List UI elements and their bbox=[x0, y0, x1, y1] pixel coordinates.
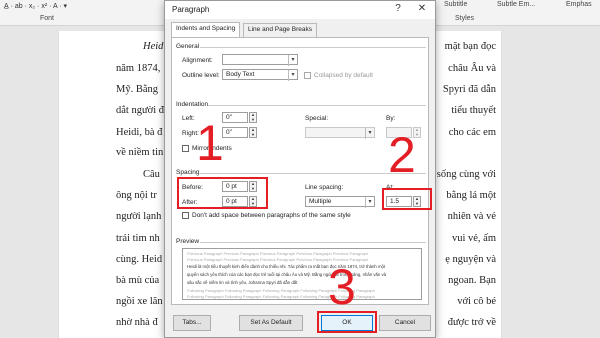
at-value-highlight bbox=[382, 188, 432, 210]
outline-level-label: Outline level: bbox=[182, 72, 220, 79]
general-divider bbox=[200, 47, 426, 48]
step-2-label: 2 bbox=[388, 127, 416, 183]
chevron-down-icon: ▾ bbox=[365, 197, 374, 208]
mirror-indents-checkbox[interactable] bbox=[182, 145, 189, 152]
document-text-right-8: nhiên và vẻ bbox=[447, 211, 496, 222]
indentation-divider bbox=[208, 105, 426, 106]
collapsed-checkbox[interactable] bbox=[304, 72, 311, 79]
line-spacing-label: Line spacing: bbox=[305, 184, 344, 191]
by-label: By: bbox=[386, 115, 396, 122]
dont-add-space-checkbox[interactable] bbox=[182, 212, 189, 219]
font-group-label: Font bbox=[40, 15, 55, 22]
special-label: Special: bbox=[305, 115, 329, 122]
help-button[interactable]: ? bbox=[391, 3, 405, 14]
tabs-button[interactable]: Tabs... bbox=[173, 315, 211, 331]
indentation-heading: Indentation bbox=[176, 101, 209, 108]
collapsed-label: Collapsed by default bbox=[314, 72, 373, 79]
style-item-subtitle[interactable]: Subtitle bbox=[444, 1, 467, 8]
alignment-select[interactable]: ▾ bbox=[222, 54, 298, 66]
preview-previous-text: Previous Paragraph Previous Paragraph Pr… bbox=[187, 251, 369, 256]
spacing-before-after-highlight bbox=[177, 177, 268, 209]
document-text-right-6: sống cùng với bbox=[436, 169, 496, 180]
document-text-right-7: bằng lá một bbox=[446, 190, 496, 201]
alignment-label: Alignment: bbox=[182, 57, 213, 64]
step-1-label: 1 bbox=[196, 115, 224, 171]
document-text-left-13: nhờ nhà đ bbox=[116, 317, 158, 328]
document-text-right-3: tiểu thuyết bbox=[451, 105, 496, 116]
preview-divider bbox=[200, 242, 426, 243]
indent-right-spinner[interactable]: ▲ ▼ bbox=[249, 127, 257, 138]
document-text-right-4: cho các em bbox=[448, 127, 496, 138]
indent-left-spinner[interactable]: ▲ ▼ bbox=[249, 112, 257, 123]
chevron-down-icon: ▾ bbox=[365, 128, 374, 139]
set-as-default-button[interactable]: Set As Default bbox=[239, 315, 303, 331]
document-text-right-2: Spyri đã dẫn bbox=[442, 84, 496, 95]
preview-sample-line-3: sâu sắc về niềm tin và tình yêu, Johanna… bbox=[187, 280, 298, 285]
styles-group-label: Styles bbox=[455, 15, 475, 22]
style-item-emphasis[interactable]: Emphas bbox=[566, 1, 592, 8]
tab-indents-and-spacing[interactable]: Indents and Spacing bbox=[171, 22, 241, 38]
dialog-titlebar[interactable]: Paragraph ? ✕ bbox=[165, 1, 435, 19]
outline-level-select[interactable]: Body Text ▾ bbox=[222, 69, 298, 81]
document-text-right-10: ẹ nguyện và bbox=[445, 254, 496, 265]
document-text-left-6: Câu bbox=[143, 169, 160, 180]
indent-left-label: Left: bbox=[182, 115, 195, 122]
document-text-right-13: được trở về bbox=[447, 317, 496, 328]
indent-left-input[interactable]: 0" bbox=[222, 112, 248, 123]
general-heading: General bbox=[176, 43, 200, 50]
line-spacing-select[interactable]: Multiple ▾ bbox=[305, 196, 375, 208]
preview-box: Previous Paragraph Previous Paragraph Pr… bbox=[182, 248, 422, 300]
document-text-left-12: ngồi xe lăn bbox=[116, 296, 163, 307]
dont-add-space-label: Don't add space between paragraphs of th… bbox=[192, 212, 351, 219]
cancel-button[interactable]: Cancel bbox=[379, 315, 431, 331]
dialog-title: Paragraph bbox=[172, 5, 210, 14]
document-text-right-9: vui vẻ, ấm bbox=[451, 233, 496, 244]
document-text-left-2: Mỹ. Bằng bbox=[116, 84, 158, 95]
document-text-left-4: Heidi, bà đ bbox=[116, 127, 163, 138]
close-button[interactable]: ✕ bbox=[415, 3, 429, 14]
document-text-left-11: bà mù của bbox=[116, 275, 160, 286]
chevron-down-icon: ▾ bbox=[288, 55, 297, 66]
document-text-right-0: mặt bạn đọc bbox=[444, 41, 496, 52]
document-text-left-8: người lạnh bbox=[116, 211, 162, 222]
document-text-left-0: Heid bbox=[143, 41, 164, 52]
indent-right-input[interactable]: 0" bbox=[222, 127, 248, 138]
special-select[interactable]: ▾ bbox=[305, 127, 375, 139]
style-item-subtle-emphasis[interactable]: Subtle Em... bbox=[497, 1, 535, 8]
document-text-left-9: trái tim nh bbox=[116, 233, 160, 244]
ribbon-format-icons[interactable]: A̲ · ab · x₂ · x² · A · ▾ bbox=[4, 2, 67, 10]
document-text-right-1: châu Âu và bbox=[448, 63, 496, 74]
tab-line-and-page-breaks[interactable]: Line and Page Breaks bbox=[243, 23, 317, 37]
document-text-left-7: ông nội tr bbox=[116, 190, 157, 201]
preview-sample-line-2: quyển sách yêu thích của các bạn đọc trẻ… bbox=[187, 272, 386, 277]
document-text-left-1: năm 1874, bbox=[116, 63, 161, 74]
document-text-right-11: ngoan. Bạn bbox=[448, 275, 496, 286]
document-text-left-3: dắt người đ bbox=[116, 105, 164, 116]
document-text-left-10: cùng. Heid bbox=[116, 254, 163, 265]
step-3-label: 3 bbox=[328, 259, 356, 315]
chevron-down-icon: ▾ bbox=[288, 70, 297, 81]
document-text-left-5: về niềm tin bbox=[116, 147, 164, 158]
preview-heading: Preview bbox=[176, 238, 200, 245]
document-text-right-12: với cô bé bbox=[457, 296, 496, 307]
